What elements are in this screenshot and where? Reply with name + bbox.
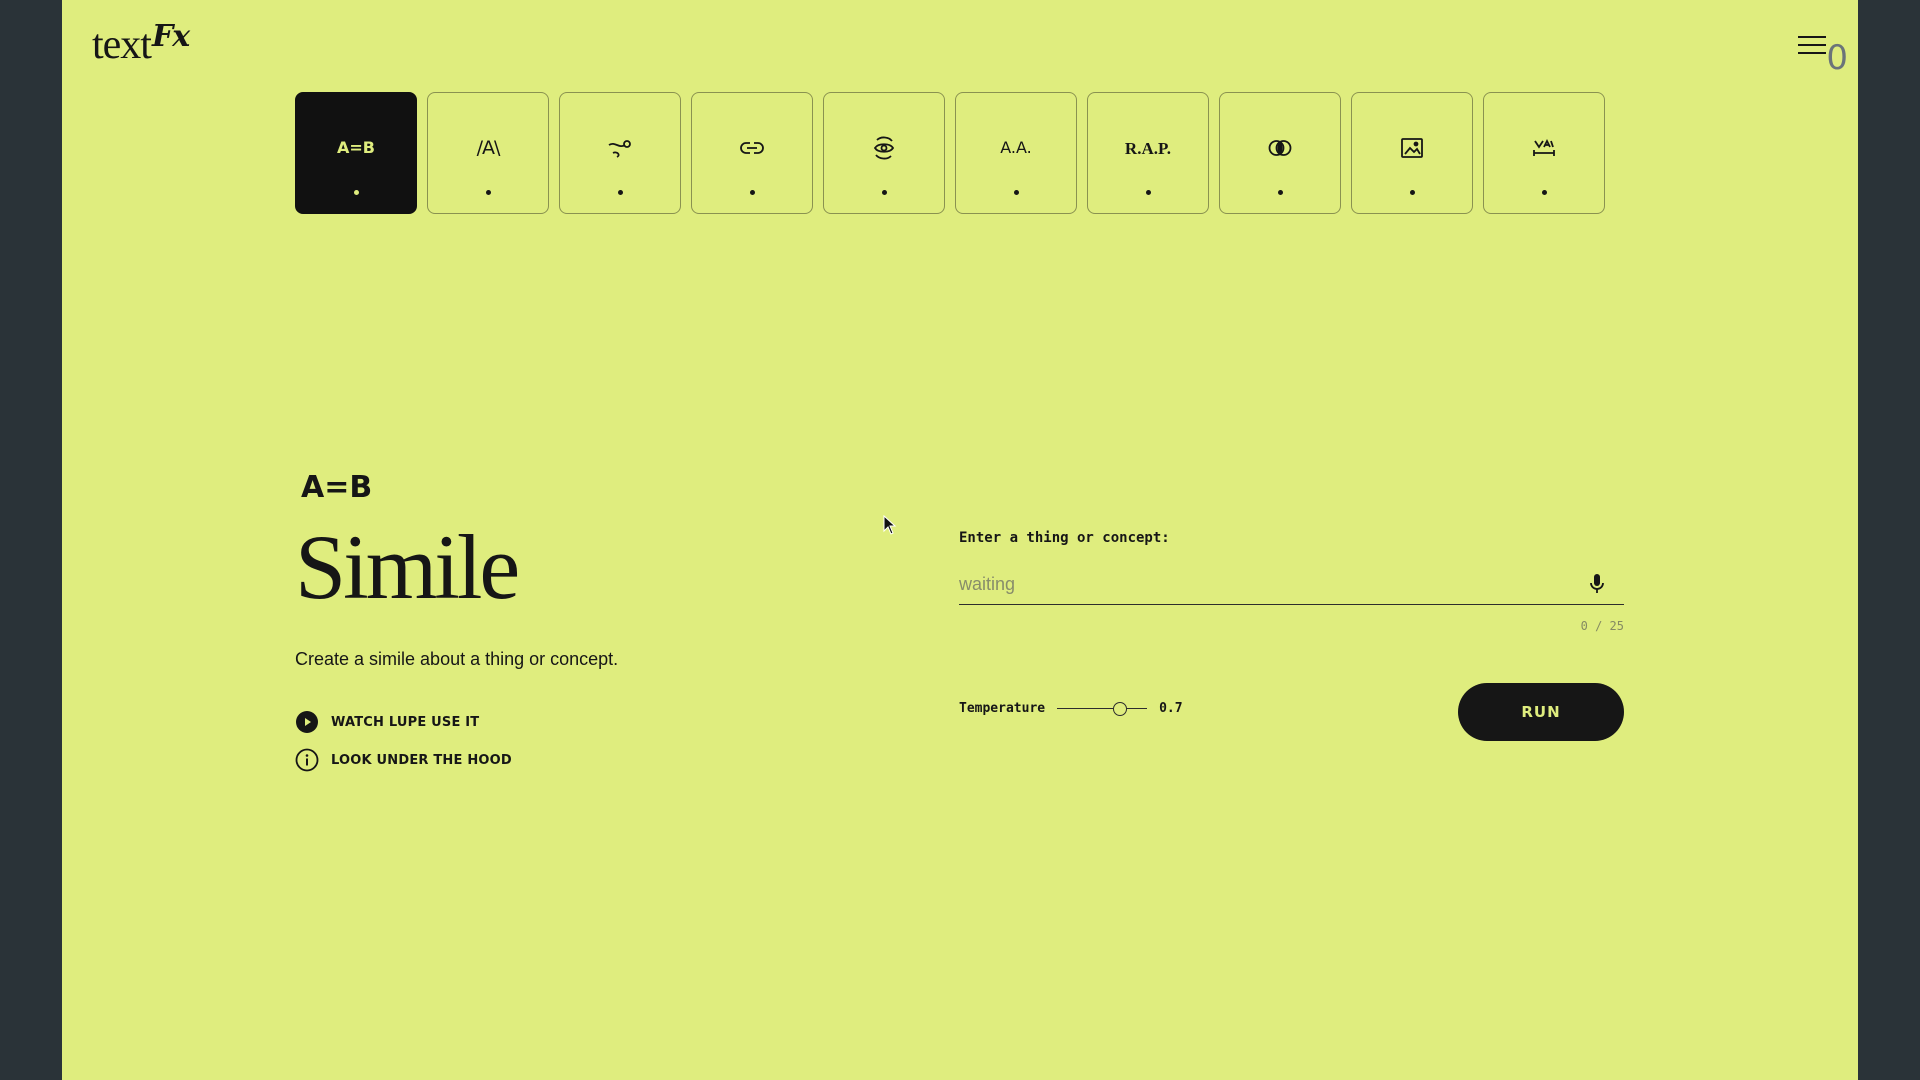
- info-circle-icon: [295, 748, 319, 772]
- run-button[interactable]: RUN: [1458, 683, 1624, 741]
- watch-lupe-link[interactable]: WATCH LUPE USE IT: [295, 710, 855, 734]
- tool-explode[interactable]: /A\: [427, 92, 549, 214]
- hamburger-menu-icon[interactable]: [1798, 34, 1828, 56]
- logo-fx: Fx: [151, 19, 190, 54]
- unfold-icon: [1529, 133, 1559, 163]
- temperature-control: Temperature 0.7: [959, 701, 1183, 716]
- tool-indicator-dot: [353, 190, 359, 195]
- eye-rotate-icon: [869, 133, 899, 163]
- chain-link-icon: [737, 133, 767, 163]
- acronym-icon: R.A.P.: [1124, 138, 1172, 158]
- image-icon: [1397, 133, 1427, 163]
- tool-indicator-dot: [1145, 190, 1151, 195]
- fuse-circles-icon: [1265, 133, 1295, 163]
- temperature-value: 0.7: [1159, 701, 1183, 716]
- tool-unexpect[interactable]: [559, 92, 681, 214]
- temperature-label: Temperature: [959, 701, 1046, 716]
- simile-form: Enter a thing or concept: 0 / 25 Tempera…: [959, 530, 1624, 741]
- background-digit: 0: [1826, 38, 1848, 78]
- concept-input[interactable]: [959, 573, 1549, 595]
- input-row: [959, 564, 1624, 605]
- tool-indicator-dot: [617, 190, 623, 195]
- tool-indicator-dot: [1277, 190, 1283, 195]
- tool-indicator-dot: [749, 190, 755, 195]
- alliteration-icon: A.A.: [1000, 138, 1032, 157]
- tool-alliteration[interactable]: A.A.: [955, 92, 1077, 214]
- tool-indicator-dot: [1541, 190, 1547, 195]
- tool-chain[interactable]: [691, 92, 813, 214]
- character-counter: 0 / 25: [1580, 619, 1624, 633]
- simile-icon: A=B: [337, 138, 375, 157]
- watch-lupe-label: WATCH LUPE USE IT: [331, 714, 480, 730]
- tool-indicator-dot: [1409, 190, 1415, 195]
- tool-indicator-dot: [1013, 190, 1019, 195]
- slider-thumb[interactable]: [1113, 701, 1128, 716]
- mouse-cursor-icon: [883, 515, 897, 535]
- tool-info: A=B Simile Create a simile about a thing…: [295, 470, 855, 772]
- tool-scene[interactable]: [1351, 92, 1473, 214]
- tool-indicator-dot: [881, 190, 887, 195]
- tool-selector: A=B /A\ A.A. R.A.P.: [295, 92, 1605, 214]
- logo-text: text: [92, 22, 152, 68]
- tool-code: A=B: [301, 470, 373, 505]
- run-controls: Temperature 0.7 RUN: [959, 683, 1624, 741]
- textfx-logo[interactable]: text Fx: [92, 19, 190, 68]
- look-under-hood-link[interactable]: LOOK UNDER THE HOOD: [295, 748, 855, 772]
- look-under-hood-label: LOOK UNDER THE HOOD: [331, 752, 512, 768]
- tool-unfold[interactable]: [1483, 92, 1605, 214]
- slider-track: [1057, 707, 1148, 709]
- tool-pov[interactable]: [823, 92, 945, 214]
- textfx-page: text Fx A=B /A\ A.A. R.A.P. A=B Simile C…: [62, 0, 1858, 1080]
- tool-indicator-dot: [485, 190, 491, 195]
- explode-icon: /A\: [476, 136, 501, 159]
- input-label: Enter a thing or concept:: [959, 530, 1170, 546]
- temperature-slider[interactable]: [1057, 701, 1148, 716]
- unexpect-icon: [605, 133, 635, 163]
- tool-acronym[interactable]: R.A.P.: [1087, 92, 1209, 214]
- tool-fuse[interactable]: [1219, 92, 1341, 214]
- play-circle-icon: [296, 711, 318, 733]
- tool-simile[interactable]: A=B: [295, 92, 417, 214]
- page-title: Simile: [295, 516, 520, 618]
- tool-description: Create a simile about a thing or concept…: [295, 649, 619, 669]
- microphone-icon[interactable]: [1586, 572, 1608, 596]
